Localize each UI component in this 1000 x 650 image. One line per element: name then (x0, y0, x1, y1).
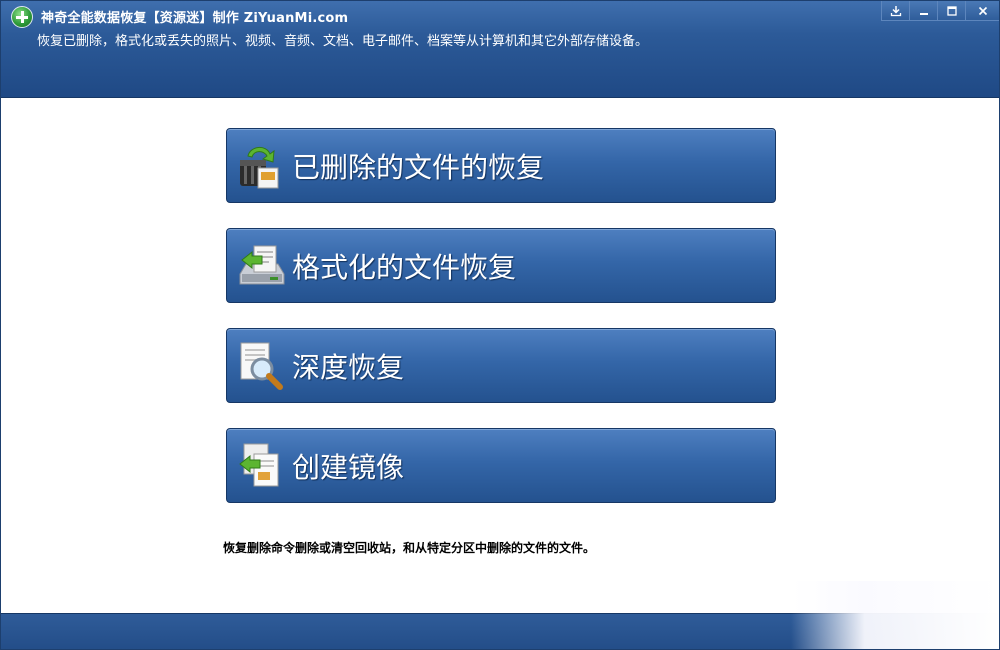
download-button[interactable] (881, 1, 909, 21)
header-banner: 神奇全能数据恢复【资源迷】制作 ZiYuanMi.com 恢复已删除，格式化或丢… (1, 1, 999, 98)
maximize-icon (946, 5, 957, 16)
minimize-icon (919, 12, 928, 15)
formatted-file-recovery-label: 格式化的文件恢复 (292, 250, 517, 284)
deleted-file-recovery-button[interactable]: 已删除的文件的恢复 (226, 128, 776, 203)
deep-recovery-label: 深度恢复 (292, 350, 405, 384)
window-title: 神奇全能数据恢复【资源迷】制作 ZiYuanMi.com (41, 11, 349, 26)
selected-action-description: 恢复删除命令删除或清空回收站，和从特定分区中删除的文件的文件。 (223, 541, 596, 555)
download-icon (890, 5, 901, 16)
create-image-button[interactable]: 创建镜像 (226, 428, 776, 503)
close-button[interactable] (965, 1, 999, 21)
app-description: 恢复已删除，格式化或丢失的照片、视频、音频、文档、电子邮件、档案等从计算机和其它… (37, 34, 649, 49)
window-controls (881, 1, 999, 21)
deleted-file-recovery-icon (240, 147, 279, 189)
app-logo-icon (11, 6, 33, 28)
deep-recovery-button[interactable]: 深度恢复 (226, 328, 776, 403)
minimize-button[interactable] (909, 1, 937, 21)
formatted-drive-recovery-icon (239, 245, 285, 285)
maximize-button[interactable] (937, 1, 965, 21)
app-window: 神奇全能数据恢复【资源迷】制作 ZiYuanMi.com 恢复已删除，格式化或丢… (0, 0, 1000, 650)
create-image-icon (239, 443, 279, 487)
footer-bar (1, 613, 999, 649)
create-image-label: 创建镜像 (292, 450, 405, 484)
deep-scan-magnifier-icon (240, 342, 283, 390)
deleted-file-recovery-label: 已删除的文件的恢复 (292, 150, 545, 184)
formatted-file-recovery-button[interactable]: 格式化的文件恢复 (226, 228, 776, 303)
close-icon (978, 6, 987, 15)
